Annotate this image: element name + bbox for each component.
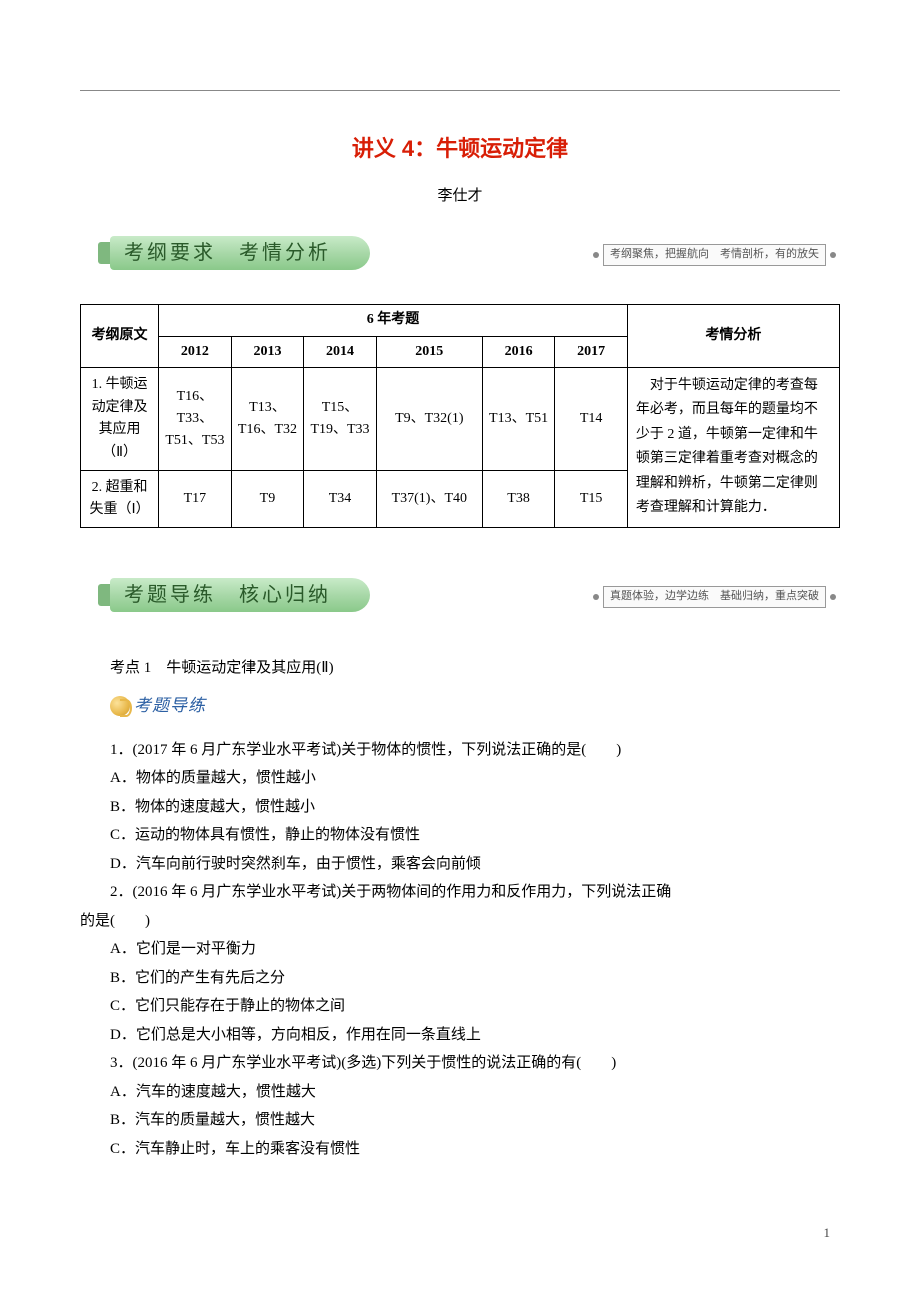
row2-2015: T37(1)、T40 — [376, 471, 482, 527]
sub-badge-practice: 考题导练 — [80, 692, 840, 724]
dot-icon — [830, 594, 836, 600]
row1-2014: T15、T19、T33 — [304, 367, 377, 471]
top-rule — [80, 90, 840, 91]
q1-option-d: D．汽车向前行驶时突然刹车，由于惯性，乘客会向前倾 — [80, 850, 840, 879]
q2-stem-line2: 的是( ) — [80, 907, 840, 936]
section-banner-outline: 考纲要求 考情分析 考纲聚焦，把握航向 考情剖析，有的放矢 — [80, 236, 840, 274]
dot-icon — [593, 594, 599, 600]
document-title: 讲义 4：牛顿运动定律 — [80, 131, 840, 166]
q2-option-b: B．它们的产生有先后之分 — [80, 964, 840, 993]
row1-2016: T13、T51 — [482, 367, 555, 471]
sub-badge-text: 考题导练 — [134, 692, 206, 719]
topic-1-heading: 考点 1 牛顿运动定律及其应用(Ⅱ) — [80, 656, 840, 680]
q3-option-c: C．汽车静止时，车上的乘客没有惯性 — [80, 1135, 840, 1164]
q1-option-a: A．物体的质量越大，惯性越小 — [80, 764, 840, 793]
dot-icon — [593, 252, 599, 258]
th-year-2014: 2014 — [304, 336, 377, 367]
dot-icon — [830, 252, 836, 258]
q1-stem: 1．(2017 年 6 月广东学业水平考试)关于物体的惯性，下列说法正确的是( … — [80, 736, 840, 765]
q1-option-b: B．物体的速度越大，惯性越小 — [80, 793, 840, 822]
th-year-2013: 2013 — [231, 336, 304, 367]
author-name: 李仕才 — [80, 184, 840, 208]
section-note-1: 考纲聚焦，把握航向 考情剖析，有的放矢 — [589, 244, 840, 266]
th-analysis: 考情分析 — [627, 305, 839, 368]
section-note-text-2: 真题体验，边学边练 基础归纳，重点突破 — [603, 586, 826, 608]
page-number: 1 — [80, 1223, 840, 1244]
row2-2013: T9 — [231, 471, 304, 527]
q2-option-a: A．它们是一对平衡力 — [80, 935, 840, 964]
q3-option-b: B．汽车的质量越大，惯性越大 — [80, 1106, 840, 1135]
row1-2013: T13、T16、T32 — [231, 367, 304, 471]
row1-2017: T14 — [555, 367, 628, 471]
section-note-2: 真题体验，边学边练 基础归纳，重点突破 — [589, 586, 840, 608]
section-title-1: 考纲要求 考情分析 — [110, 237, 331, 269]
q2-stem-line1: 2．(2016 年 6 月广东学业水平考试)关于两物体间的作用力和反作用力，下列… — [80, 878, 840, 907]
th-year-2012: 2012 — [159, 336, 232, 367]
row1-outline: 1. 牛顿运动定律及其应用（Ⅱ） — [81, 367, 159, 471]
q2-option-d: D．它们总是大小相等，方向相反，作用在同一条直线上 — [80, 1021, 840, 1050]
row2-outline: 2. 超重和失重（Ⅰ） — [81, 471, 159, 527]
th-year-2015: 2015 — [376, 336, 482, 367]
th-year-2016: 2016 — [482, 336, 555, 367]
brush-icon — [110, 696, 130, 716]
th-year-2017: 2017 — [555, 336, 628, 367]
exam-analysis-table: 考纲原文 6 年考题 考情分析 2012 2013 2014 2015 2016… — [80, 304, 840, 528]
q1-option-c: C．运动的物体具有惯性，静止的物体没有惯性 — [80, 821, 840, 850]
th-outline: 考纲原文 — [81, 305, 159, 368]
row2-2016: T38 — [482, 471, 555, 527]
row1-2012: T16、T33、T51、T53 — [159, 367, 232, 471]
section-title-2: 考题导练 核心归纳 — [110, 579, 331, 611]
q3-option-a: A．汽车的速度越大，惯性越大 — [80, 1078, 840, 1107]
section-note-text-1: 考纲聚焦，把握航向 考情剖析，有的放矢 — [603, 244, 826, 266]
analysis-cell: 对于牛顿运动定律的考查每年必考，而且每年的题量均不少于 2 道，牛顿第一定律和牛… — [627, 367, 839, 527]
row2-2017: T15 — [555, 471, 628, 527]
row1-2015: T9、T32(1) — [376, 367, 482, 471]
row2-2012: T17 — [159, 471, 232, 527]
q2-option-c: C．它们只能存在于静止的物体之间 — [80, 992, 840, 1021]
th-years-group: 6 年考题 — [159, 305, 628, 336]
q3-stem: 3．(2016 年 6 月广东学业水平考试)(多选)下列关于惯性的说法正确的有(… — [80, 1049, 840, 1078]
section-banner-practice: 考题导练 核心归纳 真题体验，边学边练 基础归纳，重点突破 — [80, 578, 840, 616]
row2-2014: T34 — [304, 471, 377, 527]
